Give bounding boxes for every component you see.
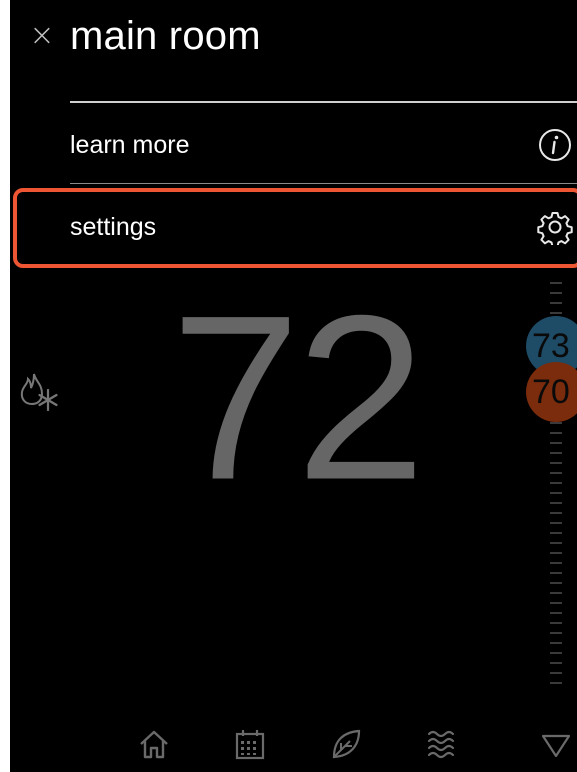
divider [70, 183, 577, 184]
current-temperature: 72 [170, 266, 428, 530]
heat-cool-icon[interactable] [16, 368, 64, 416]
close-icon[interactable]: × [28, 21, 56, 51]
heat-setpoint[interactable]: 70 [526, 362, 577, 422]
leaf-icon[interactable] [328, 726, 364, 762]
home-icon[interactable] [136, 726, 172, 762]
bottom-nav [10, 712, 577, 772]
settings-highlight-box [13, 188, 577, 268]
divider [70, 101, 577, 103]
info-icon [539, 129, 571, 161]
chevron-down-icon[interactable] [538, 726, 574, 762]
humidity-icon[interactable] [424, 726, 460, 762]
page-title: main room [70, 14, 261, 58]
menu-item-learn-more[interactable]: learn more [70, 116, 577, 174]
calendar-icon[interactable] [232, 726, 268, 762]
menu-item-label: learn more [70, 130, 190, 159]
thermostat-screen: × main room learn more settings 72 73 70 [10, 0, 577, 772]
